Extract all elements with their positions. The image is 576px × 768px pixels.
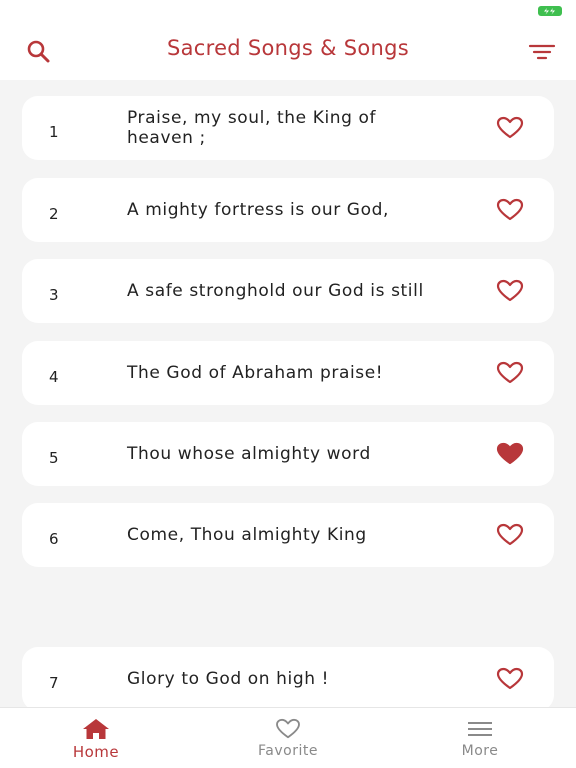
status-bar bbox=[0, 0, 576, 22]
song-title: A mighty fortress is our God, bbox=[127, 200, 389, 220]
heart-outline-icon[interactable] bbox=[496, 667, 524, 691]
heart-outline-icon bbox=[274, 718, 302, 740]
song-number: 4 bbox=[49, 368, 59, 386]
song-row-3[interactable]: 3 A safe stronghold our God is still bbox=[22, 259, 554, 323]
song-row-2[interactable]: 2 A mighty fortress is our God, bbox=[22, 178, 554, 242]
song-row-4[interactable]: 4 The God of Abraham praise! bbox=[22, 341, 554, 405]
song-number: 7 bbox=[49, 674, 59, 692]
song-number: 1 bbox=[49, 123, 59, 141]
heart-filled-icon[interactable] bbox=[496, 442, 524, 466]
bottom-tab-bar: Home Favorite More bbox=[0, 707, 576, 768]
battery-icon bbox=[538, 6, 562, 16]
page-title: Sacred Songs & Songs bbox=[166, 36, 410, 60]
heart-outline-icon[interactable] bbox=[496, 361, 524, 385]
heart-outline-icon[interactable] bbox=[496, 523, 524, 547]
song-number: 3 bbox=[49, 286, 59, 304]
song-title: Glory to God on high ! bbox=[127, 669, 330, 689]
song-row-7[interactable]: 7 Glory to God on high ! bbox=[22, 647, 554, 711]
tab-label: Favorite bbox=[258, 743, 318, 759]
heart-outline-icon[interactable] bbox=[496, 116, 524, 140]
song-row-6[interactable]: 6 Come, Thou almighty King bbox=[22, 503, 554, 567]
filter-icon[interactable] bbox=[528, 38, 556, 66]
song-title: A safe stronghold our God is still bbox=[127, 281, 424, 301]
home-icon bbox=[82, 718, 110, 740]
tab-label: More bbox=[461, 743, 499, 759]
song-title: The God of Abraham praise! bbox=[127, 363, 384, 383]
song-number: 2 bbox=[49, 205, 59, 223]
song-row-1[interactable]: 1 Praise, my soul, the King of heaven ; bbox=[22, 96, 554, 160]
heart-outline-icon[interactable] bbox=[496, 279, 524, 303]
heart-outline-icon[interactable] bbox=[496, 198, 524, 222]
song-title: Thou whose almighty word bbox=[127, 444, 371, 464]
app-header: Sacred Songs & Songs bbox=[0, 22, 576, 80]
song-title: Praise, my soul, the King of heaven ; bbox=[127, 108, 377, 148]
menu-icon bbox=[466, 718, 494, 740]
song-title: Come, Thou almighty King bbox=[127, 525, 367, 545]
song-number: 5 bbox=[49, 449, 59, 467]
tab-more[interactable]: More bbox=[384, 708, 576, 768]
tab-home[interactable]: Home bbox=[0, 708, 192, 768]
song-row-5[interactable]: 5 Thou whose almighty word bbox=[22, 422, 554, 486]
song-number: 6 bbox=[49, 530, 59, 548]
tab-label: Home bbox=[72, 743, 120, 761]
tab-favorite[interactable]: Favorite bbox=[192, 708, 384, 768]
